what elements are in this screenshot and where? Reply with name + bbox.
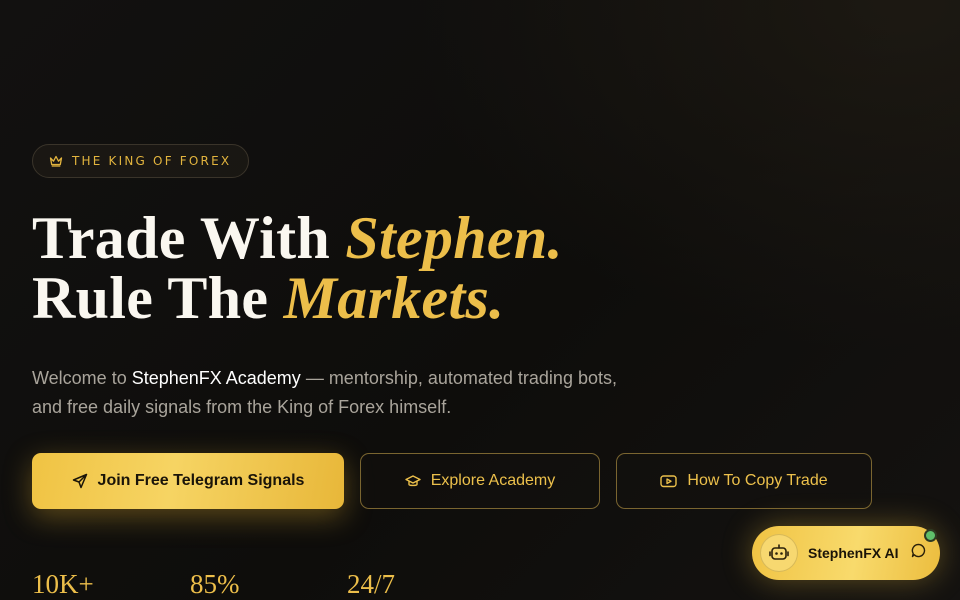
ai-chat-label: StephenFX AI <box>808 545 899 561</box>
lead-prefix: Welcome to <box>32 368 132 388</box>
join-telegram-button[interactable]: Join Free Telegram Signals <box>32 453 344 509</box>
ai-chat-button[interactable]: StephenFX AI <box>752 526 940 580</box>
headline-line-1-accent: Stephen. <box>345 205 563 271</box>
online-status-indicator <box>924 529 937 542</box>
headline-line-1-plain: Trade With <box>32 205 346 271</box>
join-telegram-label: Join Free Telegram Signals <box>97 472 305 489</box>
chat-bubble-icon <box>911 543 926 563</box>
stat-support: 24/7 <box>347 569 396 599</box>
hero-description: Welcome to StephenFX Academy — mentorshi… <box>32 364 632 422</box>
headline-line-2-accent: Markets. <box>283 265 505 331</box>
headline-line-2: Rule The Markets. <box>32 268 563 328</box>
explore-academy-label: Explore Academy <box>430 472 556 489</box>
badge-label: THE KING OF FOREX <box>72 154 232 168</box>
graduation-cap-icon <box>405 474 421 488</box>
robot-icon <box>760 534 798 572</box>
how-to-copy-trade-label: How To Copy Trade <box>687 472 828 489</box>
crown-icon <box>49 155 63 167</box>
play-icon <box>660 474 678 488</box>
send-icon <box>72 473 88 489</box>
stat-members: 10K+ <box>32 569 94 599</box>
lead-brand: StephenFX Academy <box>131 368 301 388</box>
hero-badge: THE KING OF FOREX <box>32 144 250 178</box>
hero-headline: Trade With Stephen. Rule The Markets. <box>32 208 563 328</box>
explore-academy-button[interactable]: Explore Academy <box>360 453 600 509</box>
stat-accuracy: 85% <box>190 569 240 599</box>
how-to-copy-trade-button[interactable]: How To Copy Trade <box>616 453 872 509</box>
headline-line-2-plain: Rule The <box>32 265 284 331</box>
headline-line-1: Trade With Stephen. <box>32 208 563 268</box>
